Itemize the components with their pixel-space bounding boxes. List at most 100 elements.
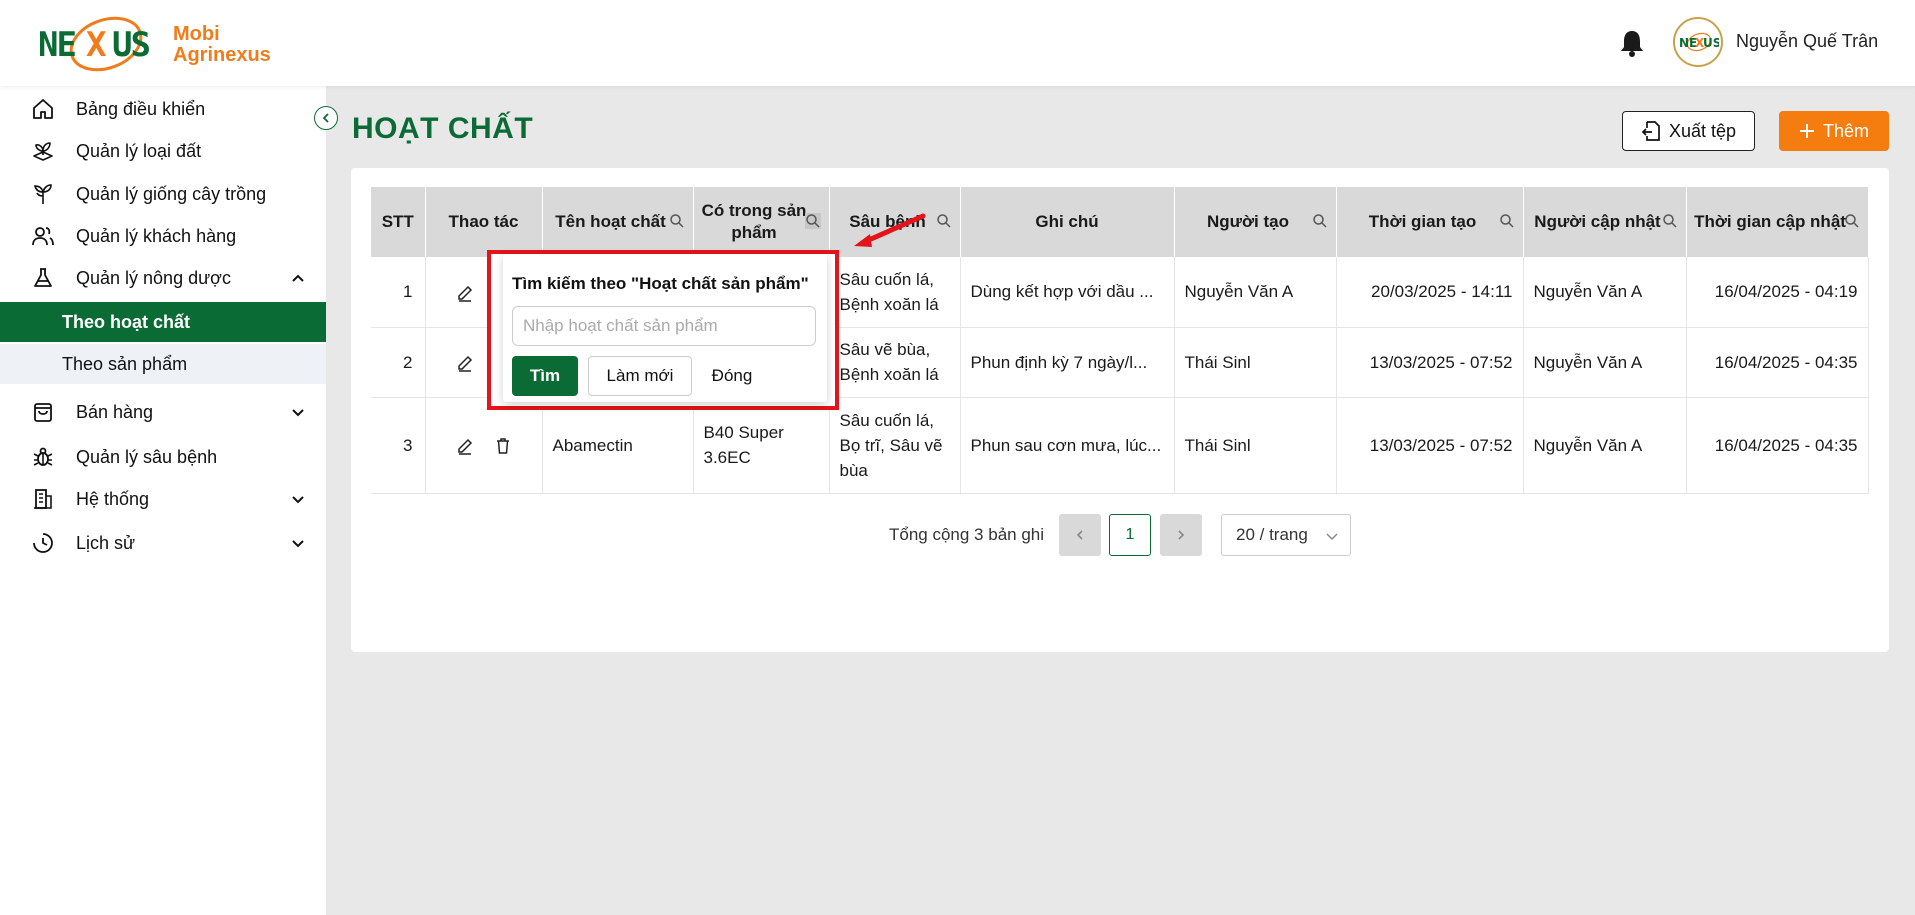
edit-icon[interactable]	[456, 437, 474, 455]
edit-icon[interactable]	[456, 354, 474, 372]
search-icon[interactable]	[1312, 213, 1328, 229]
flask-icon	[30, 265, 56, 291]
cell-updated-time: 16/04/2025 - 04:35	[1686, 397, 1869, 494]
search-close-button[interactable]: Đóng	[702, 356, 762, 396]
brand-line-2: Agrinexus	[173, 44, 271, 66]
svg-text:X: X	[86, 25, 107, 65]
avatar-logo-icon: NE X US	[1679, 32, 1719, 52]
col-header-label: Người cập nhật	[1534, 212, 1661, 231]
col-header-creator: Người tạo	[1174, 187, 1337, 257]
sidebar-item-pesticides[interactable]: Quản lý nông dược	[0, 258, 326, 298]
cell-actions	[425, 397, 543, 494]
pest-line: Sâu cuốn lá,	[839, 410, 935, 430]
pest-line: Bệnh xoăn lá	[839, 294, 939, 314]
chevron-down-icon	[292, 409, 304, 417]
nexus-logo[interactable]: NE X US	[36, 14, 166, 74]
pest-line: Sâu vẽ bùa,	[839, 340, 931, 359]
add-button-label: Thêm	[1822, 120, 1869, 141]
cell-updater: Nguyễn Văn A	[1523, 327, 1687, 398]
chevron-left-icon	[322, 113, 329, 123]
file-export-icon	[1641, 121, 1660, 141]
col-header-note: Ghi chú	[960, 187, 1175, 257]
cell-stt: 2	[371, 327, 426, 398]
trash-icon[interactable]	[494, 437, 512, 455]
search-icon[interactable]	[1662, 213, 1678, 229]
sidebar-item-customers[interactable]: Quản lý khách hàng	[0, 216, 326, 256]
total-records: Tổng cộng 3 bản ghi	[889, 525, 1045, 544]
edit-icon[interactable]	[456, 284, 474, 302]
table-row: 3 Abamectin B40 Super 3.6EC Sâu cuốn lá, B…	[371, 397, 1869, 494]
prev-page-button[interactable]	[1059, 514, 1101, 556]
cell-created-time: 13/03/2025 - 07:52	[1336, 397, 1524, 494]
chevron-down-icon	[292, 540, 304, 548]
pest-line: Bệnh xoăn lá	[839, 365, 939, 384]
export-button[interactable]: Xuất tệp	[1622, 111, 1755, 151]
search-icon[interactable]	[1844, 213, 1860, 229]
sidebar-item-plant-varieties[interactable]: Quản lý giống cây trồng	[0, 174, 326, 214]
bug-icon	[30, 444, 56, 470]
search-icon[interactable]	[804, 213, 821, 229]
cell-note: Phun định kỳ 7 ngày/l...	[960, 327, 1175, 398]
chevron-right-icon	[1178, 530, 1185, 540]
sidebar-subitem-by-product[interactable]: Theo sản phẩm	[0, 344, 326, 384]
brand-name: Mobi Agrinexus	[173, 24, 271, 66]
sidebar-item-system[interactable]: Hệ thống	[0, 479, 326, 519]
sidebar-subitem-label: Theo hoạt chất	[62, 311, 191, 332]
sidebar-item-label: Quản lý nông dược	[76, 267, 231, 288]
sidebar-item-history[interactable]: Lịch sử	[0, 523, 326, 563]
bell-icon[interactable]	[1618, 28, 1646, 58]
chevron-up-icon	[292, 274, 304, 282]
user-name[interactable]: Nguyễn Quế Trân	[1736, 31, 1878, 52]
avatar[interactable]: NE X US	[1673, 17, 1723, 67]
cell-product: B40 Super 3.6EC	[693, 397, 830, 494]
search-input[interactable]	[512, 306, 816, 346]
search-icon[interactable]	[669, 213, 685, 229]
chevron-left-icon	[1076, 530, 1083, 540]
cell-pests: Sâu vẽ bùa, Bệnh xoăn lá	[829, 327, 961, 398]
add-button[interactable]: Thêm	[1779, 111, 1889, 151]
sidebar-item-soil[interactable]: Quản lý loại đất	[0, 131, 326, 171]
search-icon[interactable]	[1499, 213, 1515, 229]
sidebar-item-label: Bán hàng	[76, 401, 154, 422]
col-header-updater: Người cập nhật	[1523, 187, 1687, 257]
search-icon[interactable]	[936, 213, 952, 229]
pest-line: Bọ trĩ, Sâu vẽ	[839, 435, 943, 455]
cell-stt: 1	[371, 257, 426, 328]
col-header-label: Thời gian cập nhật	[1694, 212, 1846, 231]
sidebar-item-label: Hệ thống	[76, 488, 150, 509]
page-number-current[interactable]: 1	[1109, 514, 1151, 556]
next-page-button[interactable]	[1160, 514, 1202, 556]
annotation-arrow-icon	[854, 213, 926, 247]
cell-name: Abamectin	[542, 397, 694, 494]
col-header-actions: Thao tác	[425, 187, 543, 257]
search-reset-button[interactable]: Làm mới	[588, 356, 692, 396]
sidebar-collapse-button[interactable]	[314, 106, 338, 130]
cell-pests: Sâu cuốn lá, Bọ trĩ, Sâu vẽ bùa	[829, 397, 961, 494]
sidebar-subitem-by-active-ingredient[interactable]: Theo hoạt chất	[0, 302, 326, 342]
col-header-label: Người tạo	[1206, 212, 1289, 231]
users-icon	[30, 223, 56, 249]
cell-creator: Thái Sinl	[1174, 397, 1337, 494]
sidebar-item-dashboard[interactable]: Bảng điều khiển	[0, 89, 326, 129]
page-size-select[interactable]: 20 / trang	[1221, 514, 1351, 556]
col-header-label: Thời gian tạo	[1368, 212, 1477, 231]
cell-updater: Nguyễn Văn A	[1523, 257, 1687, 328]
cell-created-time: 20/03/2025 - 14:11	[1336, 257, 1524, 328]
sidebar: Bảng điều khiển Quản lý loại đất Quản lý…	[0, 86, 326, 915]
export-button-label: Xuất tệp	[1668, 120, 1737, 141]
sidebar-item-sales[interactable]: Bán hàng	[0, 392, 326, 432]
col-header-stt: STT	[371, 187, 426, 257]
plant-icon	[30, 181, 56, 207]
clock-icon	[30, 530, 56, 556]
sidebar-item-pests[interactable]: Quản lý sâu bệnh	[0, 437, 326, 477]
sidebar-item-label: Quản lý sâu bệnh	[76, 446, 218, 467]
product-line: 3.6EC	[703, 448, 751, 467]
building-icon	[30, 486, 56, 512]
cell-updated-time: 16/04/2025 - 04:19	[1686, 257, 1869, 328]
cell-pests: Sâu cuốn lá, Bệnh xoăn lá	[829, 257, 961, 328]
pest-line: Sâu cuốn lá,	[839, 269, 935, 289]
plus-icon	[1799, 124, 1814, 138]
search-find-button[interactable]: Tìm	[512, 356, 578, 396]
cell-creator: Nguyễn Văn A	[1174, 257, 1337, 328]
sidebar-item-label: Bảng điều khiển	[76, 98, 206, 119]
